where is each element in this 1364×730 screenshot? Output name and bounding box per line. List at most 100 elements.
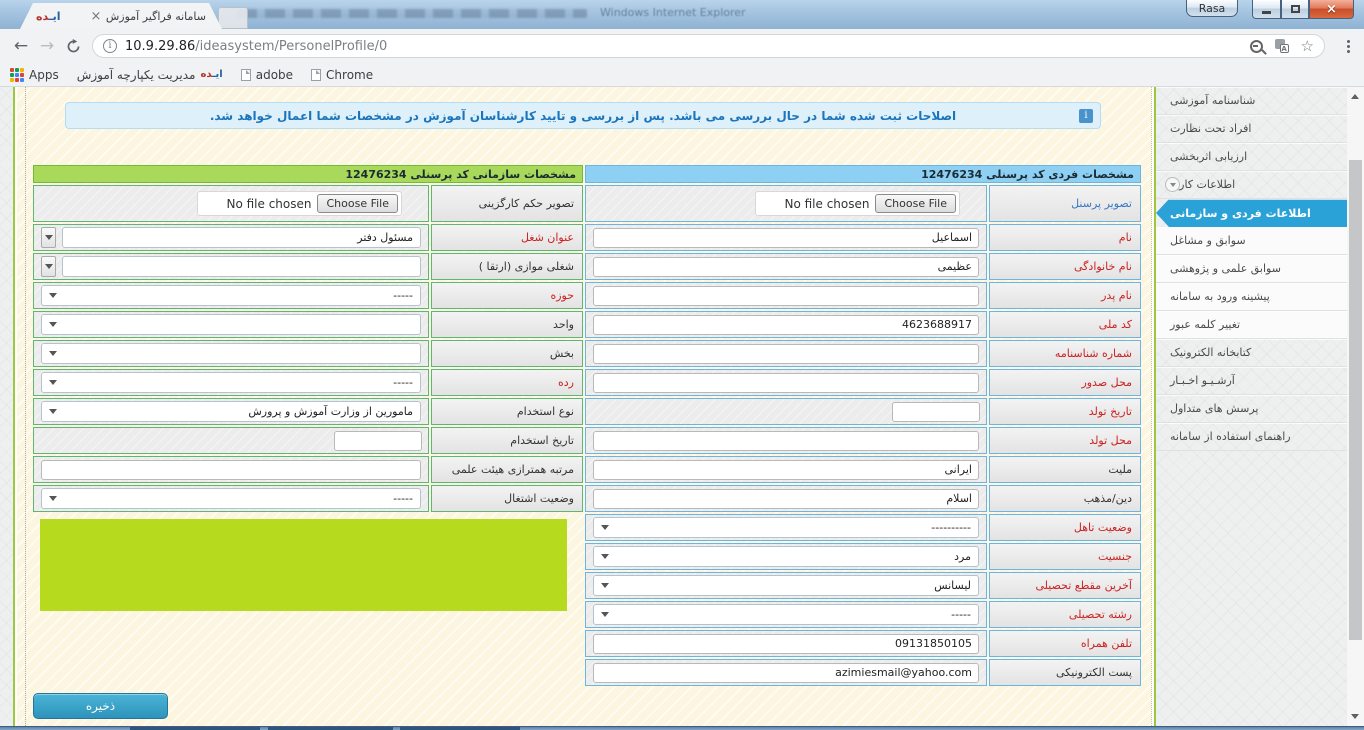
chrome-menu-icon[interactable] [1341, 36, 1356, 57]
text-input[interactable] [593, 228, 979, 248]
select-input[interactable] [41, 343, 421, 364]
field-label: جنسیت [989, 543, 1141, 570]
page-icon [311, 69, 321, 81]
text-input[interactable] [593, 489, 979, 509]
banner-text: اصلاحات ثبت شده شما در حال بررسی می باشد… [210, 109, 956, 123]
file-input[interactable]: No file chosen Choose File [197, 191, 402, 216]
date-input[interactable] [334, 431, 422, 451]
field-label: محل تولد [989, 427, 1141, 454]
select-input[interactable]: مامورین از وزارت آموزش و پرورش [41, 401, 421, 422]
form-row: لیسانس آخرین مقطع تحصیلی [585, 572, 1141, 599]
text-input[interactable] [593, 257, 979, 277]
personal-form-title: مشخصات فردی کد پرسنلی 12476234 [585, 165, 1141, 183]
select-input[interactable]: مرد [593, 546, 979, 567]
field-label: پست الکترونیکی [989, 659, 1141, 686]
sidebar-item[interactable]: سوابق علمی و پژوهشی [1156, 255, 1347, 283]
text-input[interactable] [593, 634, 979, 654]
new-tab-button[interactable] [218, 7, 248, 29]
sidebar-item[interactable]: اطلاعات کاربر [1156, 171, 1347, 199]
bookmarks-bar: Apps مدیریت یکپارچه آموزش ایـدهایده adob… [0, 63, 1364, 87]
address-bar[interactable]: i 10.9.29.86/ideasystem/PersonelProfile/… [92, 34, 1325, 58]
page-info-icon[interactable]: i [103, 39, 117, 53]
text-input[interactable] [41, 460, 421, 480]
chevron-down-icon [601, 525, 609, 530]
field-label: رشته تحصیلی [989, 601, 1141, 628]
apps-shortcut[interactable]: Apps [10, 68, 59, 82]
tab-close-icon[interactable]: × [91, 10, 102, 23]
bookmark-chrome[interactable]: Chrome [311, 68, 373, 82]
organizational-form: مشخصات سازمانی کد پرسنلی 12476234 No fil… [33, 165, 583, 514]
vertical-scrollbar[interactable] [1347, 87, 1364, 726]
save-button[interactable]: ذخیره [33, 693, 168, 719]
form-row: شغلی موازی (ارتقا ) [33, 253, 583, 280]
text-input[interactable] [593, 373, 979, 393]
text-input[interactable] [593, 460, 979, 480]
background-window-title: Windows Internet Explorer [600, 6, 746, 19]
select-arrow-button[interactable] [41, 256, 56, 277]
select-input[interactable]: ----- [41, 488, 421, 509]
select-input[interactable]: مسئول دفتر [62, 227, 421, 248]
form-row: تاریخ تولد [585, 398, 1141, 425]
bookmark-star-icon[interactable]: ☆ [1301, 39, 1314, 54]
personal-form: مشخصات فردی کد پرسنلی 12476234 No file c… [585, 165, 1141, 688]
sidebar-item[interactable]: افراد تحت نظارت [1156, 115, 1347, 143]
sidebar-item[interactable]: تغییر کلمه عبور [1156, 311, 1347, 339]
scroll-up-icon[interactable] [1351, 94, 1359, 99]
bookmark-idea[interactable]: مدیریت یکپارچه آموزش ایـدهایده [77, 68, 223, 82]
text-input[interactable] [593, 431, 979, 451]
reload-button[interactable] [60, 39, 86, 54]
chevron-down-icon [49, 322, 57, 327]
minimize-button[interactable] [1252, 0, 1281, 19]
scrollbar-thumb[interactable] [1349, 160, 1362, 640]
close-window-button[interactable]: × [1309, 0, 1354, 19]
chevron-down-icon[interactable] [1165, 177, 1180, 192]
form-row: ----- رشته تحصیلی [585, 601, 1141, 628]
sidebar-item[interactable]: اطلاعات فردی و سازمانی [1156, 199, 1347, 227]
sidebar-item[interactable]: راهنمای استفاده از سامانه [1156, 423, 1347, 451]
form-row: نام پدر [585, 282, 1141, 309]
zoom-out-icon[interactable] [1250, 40, 1263, 53]
text-input[interactable] [593, 663, 979, 683]
date-input[interactable] [892, 402, 980, 422]
sidebar-item[interactable]: شناسنامه آموزشی [1156, 87, 1347, 115]
field-label: شماره شناسنامه [989, 340, 1141, 367]
sidebar-item[interactable]: آرشـیـو اخـبـار [1156, 367, 1347, 395]
select-input[interactable]: ----- [41, 372, 421, 393]
browser-tab[interactable]: ایـایدهده × سامانه فراگیر آموزش [20, 3, 222, 29]
back-button[interactable]: ← [8, 36, 34, 56]
choose-file-button[interactable]: Choose File [317, 194, 398, 213]
sidebar-item[interactable]: پیشینه ورود به سامانه [1156, 283, 1347, 311]
sidebar-item[interactable]: ارزیابی اثربخشی [1156, 143, 1347, 171]
choose-file-button[interactable]: Choose File [875, 194, 956, 213]
window-titlebar: Windows Internet Explorer ایـایدهده × سا… [0, 0, 1364, 29]
forward-button[interactable]: → [34, 36, 60, 56]
select-input[interactable] [62, 256, 421, 277]
form-row: واحد [33, 311, 583, 338]
select-arrow-button[interactable] [41, 227, 56, 248]
chevron-down-icon [601, 612, 609, 617]
form-row: مسئول دفتر عنوان شغل [33, 224, 583, 251]
form-row: کد ملی [585, 311, 1141, 338]
text-input[interactable] [593, 315, 979, 335]
select-input[interactable]: ---------- [593, 517, 979, 538]
browser-toolbar: ← → i 10.9.29.86/ideasystem/PersonelProf… [0, 29, 1364, 63]
url-text[interactable]: 10.9.29.86/ideasystem/PersonelProfile/0 [125, 39, 1242, 54]
field-label: شغلی موازی (ارتقا ) [431, 253, 583, 280]
maximize-button[interactable] [1281, 0, 1309, 19]
bookmark-adobe[interactable]: adobe [241, 68, 293, 82]
sidebar-item[interactable]: کتابخانه الکترونیک [1156, 339, 1347, 367]
form-row: دین/مذهب [585, 485, 1141, 512]
rasa-button[interactable]: Rasa [1186, 0, 1238, 17]
translate-icon[interactable]: A [1275, 39, 1289, 53]
select-input[interactable] [41, 314, 421, 335]
select-input[interactable]: لیسانس [593, 575, 979, 596]
scroll-down-icon[interactable] [1351, 714, 1359, 719]
text-input[interactable] [593, 344, 979, 364]
file-input[interactable]: No file chosen Choose File [755, 191, 960, 216]
sidebar-item[interactable]: پرسش های متداول [1156, 395, 1347, 423]
text-input[interactable] [593, 286, 979, 306]
select-input[interactable]: ----- [41, 285, 421, 306]
sidebar-item[interactable]: سوابق و مشاغل [1156, 227, 1347, 255]
select-input[interactable]: ----- [593, 604, 979, 625]
field-label: ملیت [989, 456, 1141, 483]
